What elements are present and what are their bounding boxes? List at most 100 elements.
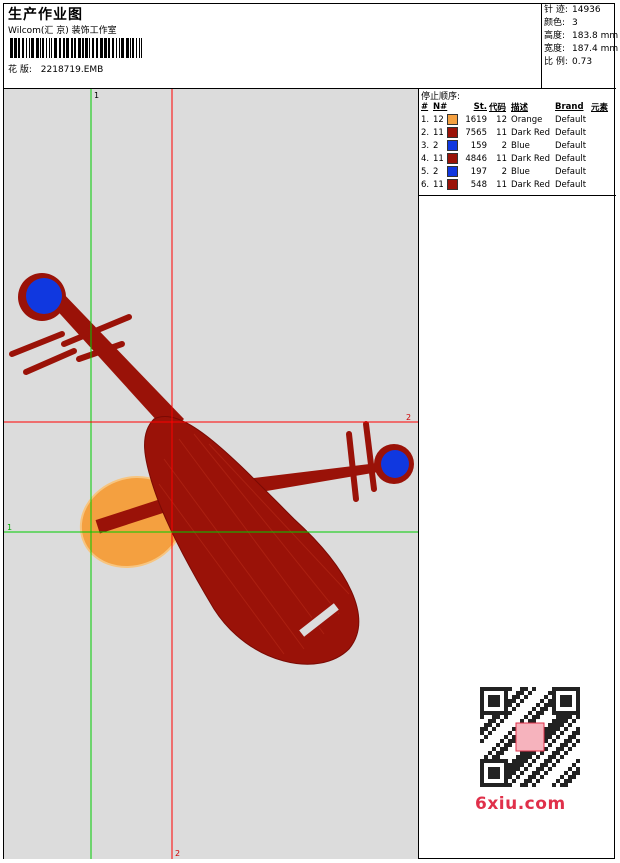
guide-label-h1: 1 (7, 523, 12, 532)
barcode-bar (85, 38, 88, 58)
barcode-bar (63, 38, 65, 58)
qr-module (544, 759, 548, 763)
barcode-bar (18, 38, 20, 58)
col-code: 代码 (489, 102, 507, 113)
qr-module (560, 783, 564, 787)
row-stitches: 7565 (465, 127, 487, 138)
color-swatch (447, 127, 458, 138)
qr-module (512, 707, 516, 711)
qr-module (560, 723, 564, 727)
qr-module (508, 731, 512, 735)
qr-module (572, 771, 576, 775)
qr-module (520, 691, 524, 695)
qr-module (488, 751, 492, 755)
qr-module (536, 767, 540, 771)
qr-module (560, 775, 564, 779)
sheet-title: 生产作业图 (8, 7, 83, 23)
qr-module (516, 755, 520, 759)
col-description: 描述 (511, 102, 529, 113)
qr-module (524, 783, 528, 787)
row-needle: 11 (433, 152, 463, 165)
row-element (591, 152, 616, 165)
qr-module (556, 735, 560, 739)
qr-module (576, 727, 580, 731)
qr-module (532, 775, 536, 779)
qr-module (500, 719, 504, 723)
qr-module (564, 719, 568, 723)
row-stitches: 1619 (465, 114, 487, 125)
qr-module (496, 751, 500, 755)
qr-module (552, 763, 556, 767)
barcode-bar (96, 38, 98, 58)
qr-module (552, 723, 556, 727)
row-description: Dark Red (511, 153, 551, 164)
qr-module (564, 783, 568, 787)
barcode-bar (119, 38, 120, 58)
barcode-bar (141, 38, 142, 58)
qr-module (572, 743, 576, 747)
qr-module (564, 771, 568, 775)
qr-module (552, 731, 556, 735)
table-row: 5. 2 197 2 Blue Default (421, 165, 616, 178)
row-index: 1. (421, 114, 430, 125)
barcode-bar (31, 38, 34, 58)
qr-module (548, 767, 552, 771)
row-code: 2 (501, 140, 507, 151)
qr-module (488, 719, 492, 723)
barcode-bar (136, 38, 137, 58)
qr-module (572, 731, 576, 735)
qr-module (564, 715, 568, 719)
stat-width: 宽度: 187.4 mm (544, 44, 619, 54)
qr-module (504, 715, 508, 719)
col-element: 元素 (591, 102, 609, 113)
qr-module (576, 771, 580, 775)
embroidery-preview: 1 2 1 2 (4, 89, 418, 859)
barcode-bar (29, 38, 30, 58)
row-element (591, 178, 616, 191)
qr-module (508, 775, 512, 779)
design-name: 2218719.EMB (40, 65, 104, 75)
row-brand: Default (555, 153, 587, 164)
table-row: 6. 11 548 11 Dark Red Default (421, 178, 616, 191)
design-label: 花 版: (8, 65, 32, 75)
qr-module (528, 763, 532, 767)
row-index: 5. (421, 166, 430, 177)
row-element (591, 126, 616, 139)
row-element (591, 113, 616, 126)
qr-module (508, 699, 512, 703)
row-stitches: 548 (470, 179, 487, 190)
qr-module (564, 739, 568, 743)
qr-module (524, 751, 528, 755)
table-row: 2. 11 7565 11 Dark Red Default (421, 126, 616, 139)
qr-module (484, 723, 488, 727)
barcode-bar (139, 38, 140, 58)
qr-module (480, 739, 484, 743)
qr-module (496, 743, 500, 747)
barcode-bar (40, 38, 41, 58)
row-element (591, 139, 616, 152)
qr-module (540, 763, 544, 767)
qr-module (512, 771, 516, 775)
row-needle: 11 (433, 178, 463, 191)
qr-module (556, 727, 560, 731)
qr-module (544, 763, 548, 767)
qr-module (508, 687, 512, 691)
qr-module (540, 751, 544, 755)
qr-module (540, 711, 544, 715)
qr-module (524, 695, 528, 699)
stat-stitches: 针 迹: 14936 (544, 5, 601, 15)
color-swatch (447, 153, 458, 164)
barcode-bar (126, 38, 129, 58)
qr-module (576, 731, 580, 735)
row-code: 11 (496, 127, 507, 138)
qr-module (512, 759, 516, 763)
qr-module (532, 707, 536, 711)
qr-module (516, 775, 520, 779)
qr-module (548, 691, 552, 695)
qr-module (516, 767, 520, 771)
qr-module (524, 767, 528, 771)
qr-module (508, 767, 512, 771)
qr-module (504, 735, 508, 739)
qr-module (540, 707, 544, 711)
table-row: 4. 11 4846 11 Dark Red Default (421, 152, 616, 165)
